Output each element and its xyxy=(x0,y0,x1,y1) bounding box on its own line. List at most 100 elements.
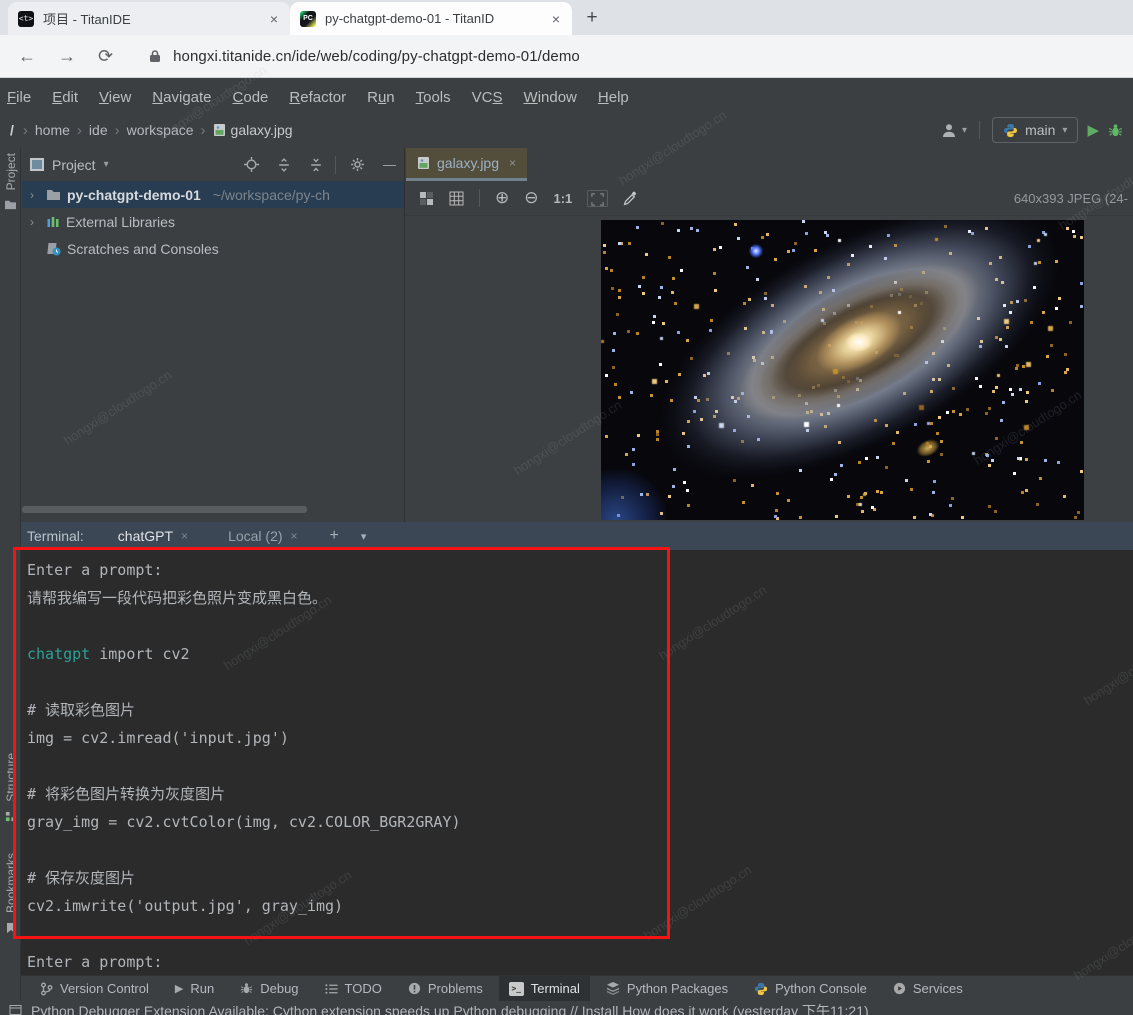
version-control-button[interactable]: Version Control xyxy=(30,976,159,1001)
new-terminal-button[interactable]: + xyxy=(330,527,339,545)
expander-icon[interactable]: › xyxy=(30,215,40,229)
breadcrumb-workspace[interactable]: workspace xyxy=(127,122,194,138)
horizontal-scrollbar[interactable] xyxy=(22,506,307,513)
hide-panel-button[interactable]: — xyxy=(383,157,396,172)
image-viewer-canvas[interactable] xyxy=(406,216,1133,522)
menu-vcs[interactable]: VCS xyxy=(472,89,503,106)
forward-icon[interactable]: → xyxy=(58,46,76,67)
project-panel-title[interactable]: Project xyxy=(52,157,96,173)
user-menu-button[interactable]: ▾ xyxy=(941,123,967,138)
terminal-tab-local[interactable]: Local (2) × xyxy=(222,522,303,550)
folder-icon xyxy=(46,188,61,201)
menu-navigate[interactable]: Navigate xyxy=(152,89,211,106)
breadcrumb-separator-icon: › xyxy=(22,121,28,139)
stripe-bookmarks-button[interactable]: Bookmarks xyxy=(0,853,21,934)
play-icon: ▶ xyxy=(174,983,184,995)
url-text[interactable]: hongxi.titanide.cn/ide/web/coding/py-cha… xyxy=(173,48,580,65)
python-packages-button[interactable]: Python Packages xyxy=(596,976,738,1001)
close-icon[interactable]: × xyxy=(509,156,516,170)
expander-icon[interactable]: › xyxy=(30,188,40,202)
browser-tab-pycharm[interactable]: PC py-chatgpt-demo-01 - TitanID × xyxy=(290,2,572,35)
run-config-selector[interactable]: main ▾ xyxy=(992,117,1079,143)
menu-help[interactable]: Help xyxy=(598,89,629,106)
menu-window[interactable]: Window xyxy=(524,89,577,106)
breadcrumb-home[interactable]: home xyxy=(35,122,70,138)
breadcrumb-separator-icon: › xyxy=(114,121,120,139)
actual-size-button[interactable]: 1:1 xyxy=(554,191,573,206)
close-icon[interactable]: × xyxy=(181,529,188,543)
run-tool-button[interactable]: ▶ Run xyxy=(165,976,224,1001)
chevron-down-icon[interactable]: ▾ xyxy=(104,159,109,170)
services-button[interactable]: Services xyxy=(883,976,973,1001)
expand-all-button[interactable] xyxy=(277,157,291,172)
menu-edit[interactable]: Edit xyxy=(52,89,78,106)
chevron-down-icon: ▾ xyxy=(1062,124,1068,136)
tree-row-external-libraries[interactable]: › External Libraries xyxy=(22,208,404,235)
terminal-line: gray_img = cv2.cvtColor(img, cv2.COLOR_B… xyxy=(27,813,461,831)
debug-button[interactable] xyxy=(1108,123,1123,138)
notification-text[interactable]: Python Debugger Extension Available: Cyt… xyxy=(31,1001,869,1015)
menu-run[interactable]: Run xyxy=(367,89,395,106)
notification-line[interactable]: Python Debugger Extension Available: Cyt… xyxy=(0,1001,1133,1015)
back-icon[interactable]: ← xyxy=(18,46,36,67)
breadcrumb-file[interactable]: galaxy.jpg xyxy=(213,122,293,138)
breadcrumb-separator-icon: › xyxy=(200,121,206,139)
browser-tab-strip: <t> 项目 - TitanIDE × PC py-chatgpt-demo-0… xyxy=(0,0,1133,35)
problems-button[interactable]: Problems xyxy=(398,976,493,1001)
bookmark-icon xyxy=(6,922,16,934)
transparency-checkerboard-icon[interactable] xyxy=(419,191,434,206)
stripe-structure-button[interactable]: Structure xyxy=(0,753,21,822)
terminal-tool-button[interactable]: >_ Terminal xyxy=(498,976,590,1001)
editor-tab-galaxy[interactable]: galaxy.jpg × xyxy=(406,148,528,181)
close-icon[interactable]: × xyxy=(268,11,280,27)
exclamation-circle-icon xyxy=(408,982,421,995)
reload-icon[interactable]: ⟳ xyxy=(98,46,113,67)
todo-list-icon xyxy=(324,983,338,995)
fit-to-window-icon[interactable] xyxy=(587,189,609,207)
close-icon[interactable]: × xyxy=(291,529,298,543)
python-icon xyxy=(754,982,768,996)
editor-area: galaxy.jpg × ⊕ ⊖ 1:1 640x393 JPEG (24- xyxy=(406,148,1133,522)
zoom-in-icon[interactable]: ⊕ xyxy=(495,188,509,208)
gear-icon[interactable] xyxy=(350,157,365,172)
color-picker-icon[interactable] xyxy=(623,191,638,206)
breadcrumb-ide[interactable]: ide xyxy=(89,122,108,138)
address-bar[interactable]: hongxi.titanide.cn/ide/web/coding/py-cha… xyxy=(149,48,580,65)
git-branch-icon xyxy=(40,982,53,996)
terminal-tab-chatgpt[interactable]: chatGPT × xyxy=(112,522,194,550)
terminal-prompt: Enter a prompt: xyxy=(27,953,163,971)
terminal-output[interactable]: Enter a prompt: 请帮我编写一段代码把彩色照片变成黑白色。 cha… xyxy=(21,550,1133,975)
menu-code[interactable]: Code xyxy=(233,89,269,106)
new-tab-button[interactable]: + xyxy=(578,4,606,32)
menu-tools[interactable]: Tools xyxy=(416,89,451,106)
debug-tool-button[interactable]: Debug xyxy=(230,976,308,1001)
browser-tab-titanide[interactable]: <t> 项目 - TitanIDE × xyxy=(8,2,290,35)
tree-row-scratches[interactable]: Scratches and Consoles xyxy=(22,235,404,262)
layers-icon xyxy=(606,982,620,995)
todo-button[interactable]: TODO xyxy=(315,976,392,1001)
image-viewer-toolbar: ⊕ ⊖ 1:1 640x393 JPEG (24- xyxy=(406,181,1133,216)
titanide-favicon: <t> xyxy=(18,10,34,27)
collapse-all-button[interactable] xyxy=(309,158,323,172)
locate-file-button[interactable] xyxy=(244,157,259,172)
close-icon[interactable]: × xyxy=(550,11,562,27)
terminal-line: img = cv2.imread('input.jpg') xyxy=(27,729,289,747)
menu-refactor[interactable]: Refactor xyxy=(289,89,346,106)
menu-view[interactable]: View xyxy=(99,89,131,106)
grid-icon[interactable] xyxy=(449,191,464,206)
bug-icon xyxy=(240,982,253,995)
tool-window-stripe: Project Structure Bookmarks xyxy=(0,148,21,1001)
breadcrumb-separator-icon: › xyxy=(76,121,82,139)
run-button[interactable]: ▶ xyxy=(1087,121,1099,139)
breadcrumb-root[interactable]: / xyxy=(10,122,14,138)
tree-row-project-root[interactable]: › py-chatgpt-demo-01 ~/workspace/py-ch xyxy=(22,181,404,208)
python-console-button[interactable]: Python Console xyxy=(744,976,877,1001)
zoom-out-icon[interactable]: ⊖ xyxy=(524,188,538,208)
editor-tab-bar: galaxy.jpg × xyxy=(406,148,1133,181)
chevron-down-icon[interactable]: ▾ xyxy=(361,530,367,543)
navigation-bar: / › home › ide › workspace › galaxy.jpg … xyxy=(0,112,1133,148)
galaxy-image xyxy=(601,220,1084,520)
menu-file[interactable]: File xyxy=(7,89,31,106)
stripe-project-button[interactable]: Project xyxy=(0,153,21,210)
